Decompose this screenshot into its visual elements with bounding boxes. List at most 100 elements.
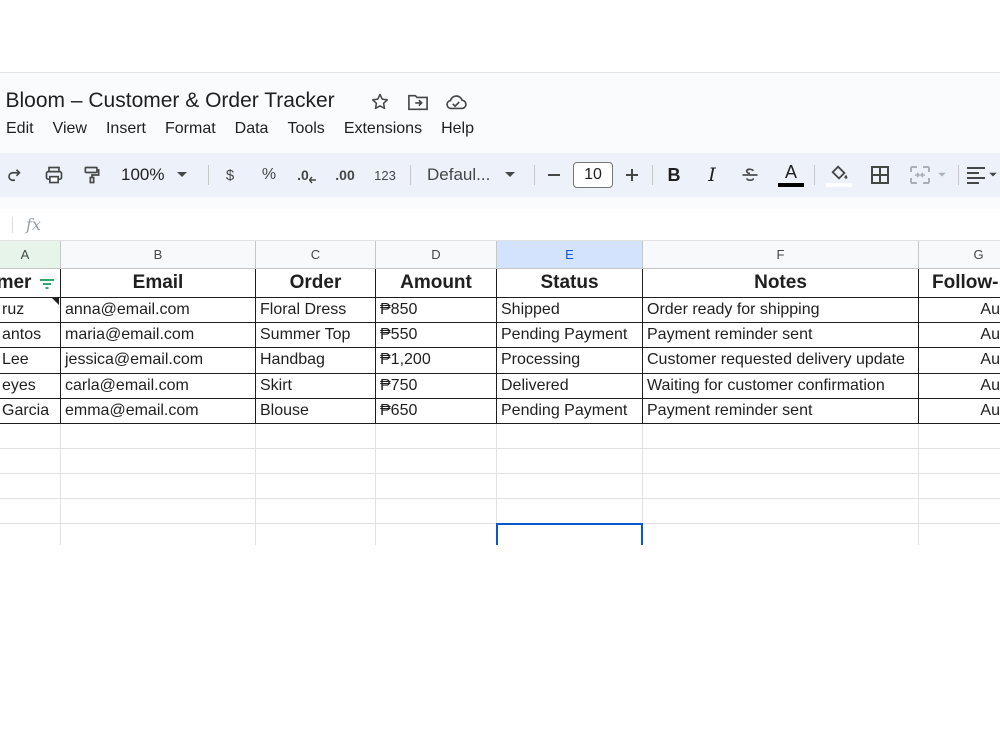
header-cell-customer[interactable]: mer bbox=[0, 269, 38, 297]
number-format-button[interactable]: 123 bbox=[370, 161, 400, 189]
font-size-value: 10 bbox=[573, 162, 613, 188]
star-icon[interactable] bbox=[368, 90, 392, 114]
table-cell[interactable]: Pending Payment bbox=[497, 323, 642, 347]
table-cell[interactable]: Au bbox=[919, 348, 1000, 372]
table-cell[interactable]: ₱550 bbox=[376, 323, 496, 347]
toolbar: 100% $ % .0 .00 123 Defaul... 10 B I A bbox=[0, 153, 1000, 197]
menu-edit[interactable]: Edit bbox=[6, 118, 43, 140]
table-cell[interactable]: antos bbox=[0, 323, 58, 347]
column-header-a[interactable]: A bbox=[0, 241, 61, 269]
document-title[interactable]: a Bloom – Customer & Order Tracker bbox=[0, 87, 335, 115]
borders-icon[interactable] bbox=[866, 161, 894, 189]
table-cell[interactable]: Skirt bbox=[256, 374, 375, 398]
table-cell[interactable]: Lee bbox=[0, 348, 58, 372]
font-select[interactable]: Defaul... bbox=[420, 161, 524, 189]
table-cell[interactable]: Au bbox=[919, 399, 1000, 423]
menu-bar: Edit View Insert Format Data Tools Exten… bbox=[6, 118, 493, 140]
print-icon[interactable] bbox=[40, 161, 68, 189]
menu-format[interactable]: Format bbox=[165, 118, 225, 140]
italic-button[interactable]: I bbox=[700, 161, 724, 189]
table-cell[interactable]: Blouse bbox=[256, 399, 375, 423]
plus-icon[interactable] bbox=[620, 161, 644, 189]
table-cell[interactable]: ₱850 bbox=[376, 298, 496, 322]
chevron-down-icon bbox=[989, 172, 997, 177]
zoom-select[interactable]: 100% bbox=[116, 161, 198, 189]
table-cell[interactable]: Handbag bbox=[256, 348, 375, 372]
strikethrough-icon[interactable] bbox=[736, 161, 764, 189]
table-cell[interactable]: Summer Top bbox=[256, 323, 375, 347]
table-cell[interactable]: Waiting for customer confirmation bbox=[643, 374, 918, 398]
move-to-folder-icon[interactable] bbox=[406, 90, 430, 114]
table-cell[interactable]: Garcia bbox=[0, 399, 58, 423]
toolbar-divider bbox=[814, 165, 815, 185]
percent-button[interactable]: % bbox=[256, 161, 282, 189]
text-color-button[interactable]: A bbox=[776, 161, 806, 189]
spreadsheet-grid[interactable]: A B C D E F G mer Email Order Amount Sta… bbox=[0, 241, 1000, 545]
filter-icon[interactable] bbox=[39, 277, 55, 296]
table-cell[interactable]: Au bbox=[919, 298, 1000, 322]
chevron-down-icon bbox=[505, 172, 516, 177]
table-cell[interactable]: Floral Dress bbox=[256, 298, 375, 322]
toolbar-divider bbox=[534, 165, 535, 185]
merge-cells-icon[interactable] bbox=[904, 161, 952, 189]
table-cell[interactable]: Order ready for shipping bbox=[643, 298, 918, 322]
table-cell[interactable]: ruz bbox=[0, 298, 58, 322]
table-cell[interactable]: Au bbox=[919, 374, 1000, 398]
menu-data[interactable]: Data bbox=[235, 118, 278, 140]
table-cell[interactable]: ₱650 bbox=[376, 399, 496, 423]
zoom-value: 100% bbox=[121, 165, 165, 184]
table-cell[interactable]: maria@email.com bbox=[61, 323, 255, 347]
header-cell-notes[interactable]: Notes bbox=[643, 269, 918, 297]
table-cell[interactable]: jessica@email.com bbox=[61, 348, 255, 372]
align-icon[interactable] bbox=[966, 161, 1000, 189]
toolbar-divider bbox=[958, 165, 959, 185]
font-size-field[interactable]: 10 bbox=[572, 161, 614, 189]
table-cell[interactable]: ₱750 bbox=[376, 374, 496, 398]
currency-button[interactable]: $ bbox=[218, 161, 242, 189]
table-cell[interactable]: Payment reminder sent bbox=[643, 323, 918, 347]
table-cell[interactable]: anna@email.com bbox=[61, 298, 255, 322]
table-cell[interactable]: Processing bbox=[497, 348, 642, 372]
minus-icon[interactable] bbox=[542, 161, 566, 189]
decrease-decimal-label: .0 bbox=[297, 167, 309, 183]
table-cell[interactable]: ₱1,200 bbox=[376, 348, 496, 372]
decrease-decimal-button[interactable]: .0 bbox=[292, 161, 322, 189]
menu-extensions[interactable]: Extensions bbox=[344, 118, 431, 140]
table-cell[interactable]: eyes bbox=[0, 374, 58, 398]
fill-color-icon[interactable] bbox=[824, 161, 854, 189]
column-header-b[interactable]: B bbox=[61, 241, 256, 269]
table-cell[interactable]: Au bbox=[919, 323, 1000, 347]
table-cell[interactable]: Delivered bbox=[497, 374, 642, 398]
menu-help[interactable]: Help bbox=[441, 118, 483, 140]
bold-button[interactable]: B bbox=[662, 161, 686, 189]
paint-format-icon[interactable] bbox=[78, 161, 106, 189]
table-cell[interactable]: emma@email.com bbox=[61, 399, 255, 423]
active-cell[interactable] bbox=[496, 523, 643, 545]
text-color-letter: A bbox=[784, 161, 797, 182]
menu-view[interactable]: View bbox=[53, 118, 96, 140]
title-icons bbox=[368, 90, 468, 114]
column-header-f[interactable]: F bbox=[643, 241, 919, 269]
redo-icon[interactable] bbox=[2, 161, 28, 189]
header-cell-order[interactable]: Order bbox=[256, 269, 375, 297]
increase-decimal-button[interactable]: .00 bbox=[330, 161, 360, 189]
table-cell[interactable]: Customer requested delivery update bbox=[643, 348, 918, 372]
menu-insert[interactable]: Insert bbox=[106, 118, 155, 140]
fill-color-swatch bbox=[826, 182, 852, 187]
column-header-d[interactable]: D bbox=[376, 241, 497, 269]
table-cell[interactable]: Shipped bbox=[497, 298, 642, 322]
table-cell[interactable]: Pending Payment bbox=[497, 399, 642, 423]
grid-line bbox=[0, 473, 1000, 474]
table-cell[interactable]: Payment reminder sent bbox=[643, 399, 918, 423]
header-cell-follow-up[interactable]: Follow- bbox=[919, 269, 1000, 297]
column-header-e[interactable]: E bbox=[497, 241, 643, 269]
cloud-saved-icon[interactable] bbox=[444, 90, 468, 114]
grid-line bbox=[0, 448, 1000, 449]
column-header-g[interactable]: G bbox=[919, 241, 1000, 269]
table-cell[interactable]: carla@email.com bbox=[61, 374, 255, 398]
header-cell-status[interactable]: Status bbox=[497, 269, 642, 297]
header-cell-amount[interactable]: Amount bbox=[376, 269, 496, 297]
header-cell-email[interactable]: Email bbox=[61, 269, 255, 297]
menu-tools[interactable]: Tools bbox=[287, 118, 333, 140]
column-header-c[interactable]: C bbox=[256, 241, 376, 269]
